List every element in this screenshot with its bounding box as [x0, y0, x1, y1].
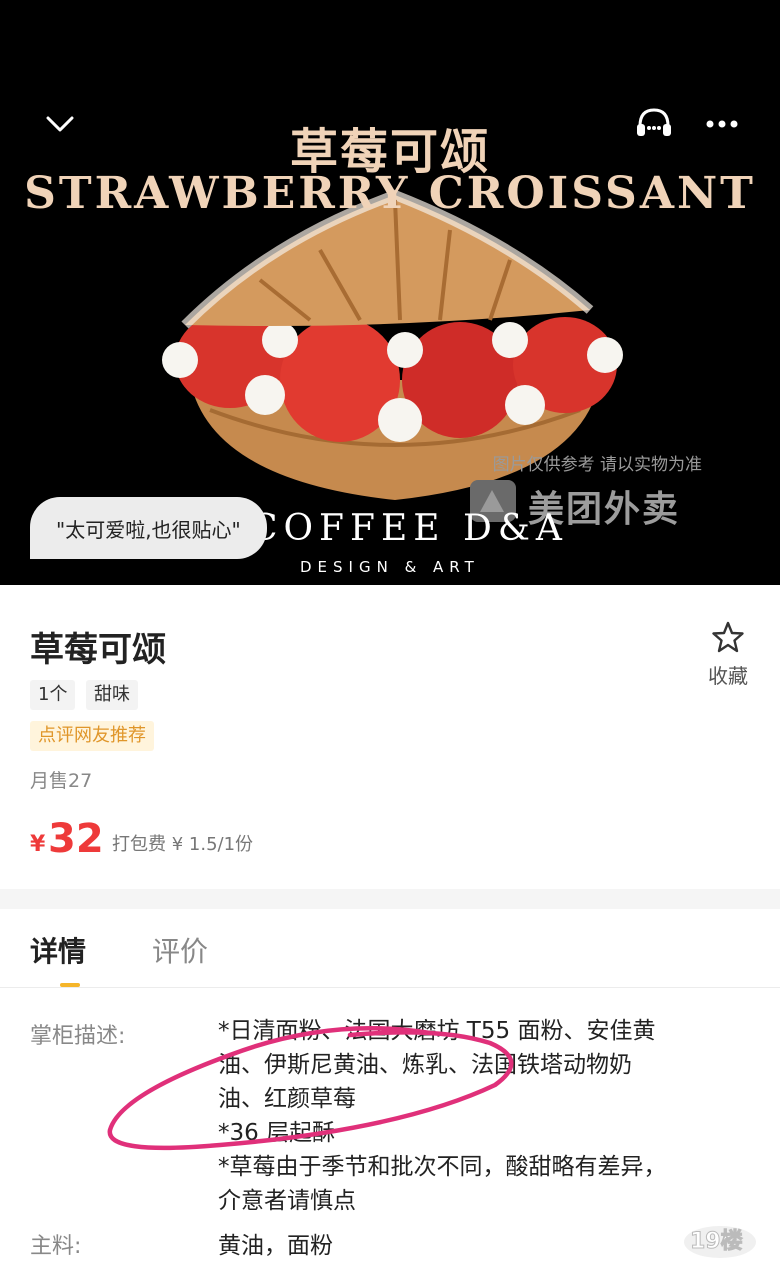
taste-tag: 甜味 — [86, 680, 138, 710]
section-separator — [0, 889, 780, 909]
description-text: *日清面粉、法国大磨坊 T55 面粉、安佳黄 油、伊斯尼黄油、炼乳、法国铁塔动物… — [218, 1014, 738, 1218]
chevron-down-icon[interactable] — [40, 104, 80, 144]
more-dots-icon[interactable] — [700, 104, 744, 144]
price-value: 32 — [48, 816, 104, 862]
description-line: 油、红颜草莓 — [218, 1086, 356, 1112]
packing-fee: 打包费 ¥ 1.5/1份 — [112, 834, 254, 855]
image-disclaimer: 图片仅供参考 请以实物为准 — [492, 455, 702, 475]
product-title: 草莓可颂 — [30, 630, 166, 670]
description-line: 油、伊斯尼黄油、炼乳、法国铁塔动物奶 — [218, 1052, 632, 1078]
description-line: *36 层起酥 — [218, 1120, 336, 1146]
hero-title-en: STRAWBERRY CROISSANT — [24, 168, 756, 219]
monthly-sales: 月售27 — [30, 770, 93, 792]
brand-name: COFFEE D&A — [250, 508, 568, 549]
description-line: *草莓由于季节和批次不同，酸甜略有差异， — [218, 1154, 667, 1180]
site-watermark: 19楼 — [690, 1229, 744, 1255]
price-currency: ¥ — [30, 832, 46, 857]
description-line: *日清面粉、法国大磨坊 T55 面粉、安佳黄 — [218, 1018, 656, 1044]
review-bubble[interactable]: "太可爱啦,也很贴心" — [30, 497, 267, 559]
favorite-label: 收藏 — [708, 664, 748, 688]
brand-subtitle: DESIGN & ART — [300, 558, 480, 576]
tab-divider — [0, 987, 780, 988]
product-hero-image: 草莓可颂 STRAWBERRY CROISSANT 图片仅供参考 请以实物为准 … — [0, 0, 780, 585]
tab-detail[interactable]: 详情 — [30, 930, 86, 970]
star-icon — [712, 621, 744, 653]
description-line: 介意者请慎点 — [218, 1188, 356, 1214]
description-label: 掌柜描述: — [30, 1024, 126, 1049]
tab-review[interactable]: 评价 — [152, 930, 208, 970]
spec-tag: 1个 — [30, 680, 76, 710]
recommend-badge: 点评网友推荐 — [30, 721, 154, 751]
favorite-button[interactable]: 收藏 — [700, 620, 756, 689]
main-ingredient-value: 黄油，面粉 — [218, 1233, 333, 1259]
main-ingredient-label: 主料: — [30, 1234, 82, 1259]
customer-service-icon[interactable] — [632, 104, 676, 144]
